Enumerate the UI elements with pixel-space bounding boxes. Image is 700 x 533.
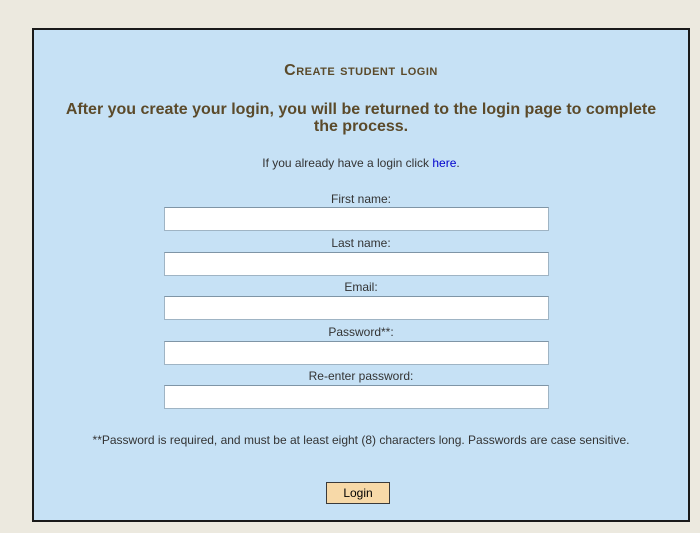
existing-login-text: If you already have a login click — [262, 156, 430, 170]
last-name-field[interactable] — [164, 252, 549, 276]
here-link[interactable]: here — [432, 156, 456, 170]
page-title: Create student login — [284, 62, 438, 79]
password-label: Password**: — [328, 325, 394, 339]
last-name-label: Last name: — [331, 236, 391, 250]
login-button[interactable]: Login — [326, 482, 390, 504]
password-requirements-note: **Password is required, and must be at l… — [92, 433, 630, 447]
email-field[interactable] — [164, 296, 549, 320]
reenter-password-field[interactable] — [164, 385, 549, 409]
existing-login-suffix: . — [456, 156, 460, 170]
reenter-password-label: Re-enter password: — [308, 369, 414, 383]
first-name-label: First name: — [330, 192, 391, 206]
password-field[interactable] — [164, 341, 549, 365]
existing-login-prompt: If you already have a login click here. — [34, 156, 688, 170]
create-login-panel: Create student login After you create yo… — [32, 28, 690, 522]
first-name-field[interactable] — [164, 207, 549, 231]
email-label: Email: — [344, 280, 378, 294]
instructions-heading: After you create your login, you will be… — [65, 101, 657, 135]
